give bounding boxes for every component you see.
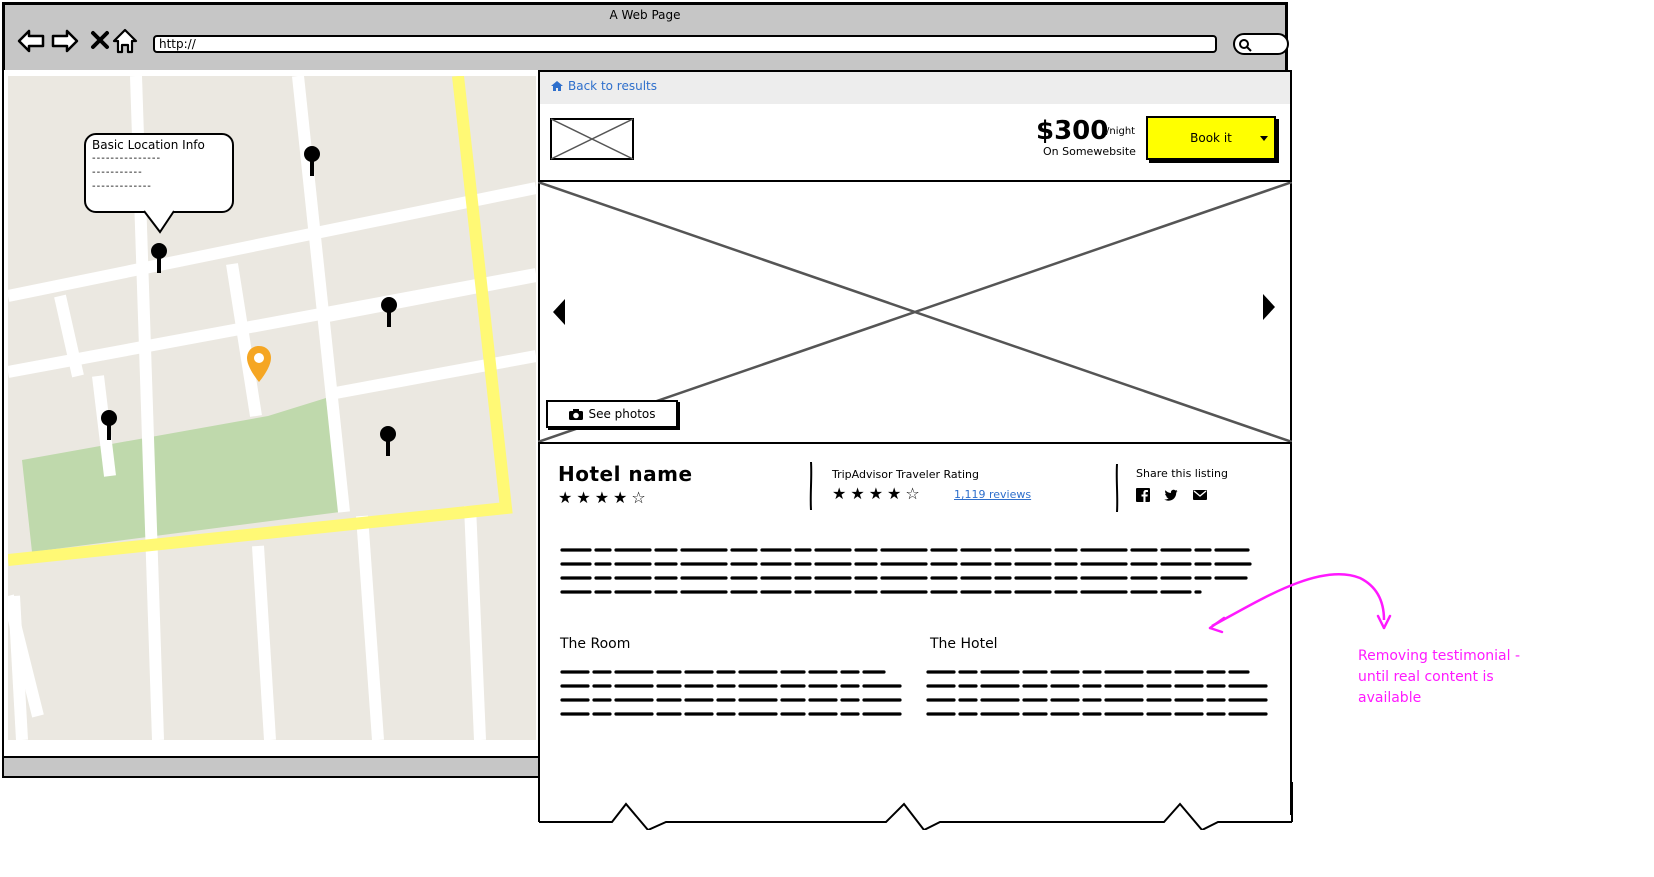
back-arrow-icon[interactable] (17, 27, 45, 55)
home-icon (551, 81, 563, 91)
facebook-icon[interactable] (1136, 488, 1150, 502)
map-pin-icon[interactable] (379, 295, 399, 329)
share-listing-label: Share this listing (1136, 467, 1228, 480)
hotel-section-title: The Hotel (930, 636, 998, 652)
price-source: On Somewebsite (1043, 145, 1136, 158)
hotel-section-description (926, 670, 1272, 716)
url-input[interactable]: http:// (153, 35, 1217, 53)
next-photo-icon[interactable] (1260, 292, 1278, 322)
search-input[interactable] (1233, 33, 1289, 55)
see-photos-label: See photos (588, 407, 656, 421)
reviews-link[interactable]: 1,119 reviews (954, 488, 1031, 501)
back-to-results-label: Back to results (568, 79, 658, 93)
window-title: A Web Page (609, 8, 681, 22)
listing-panel: Back to results $300 /night On Somewebsi… (538, 70, 1294, 830)
divider (1115, 463, 1119, 513)
back-to-results-link[interactable]: Back to results (550, 79, 657, 93)
twitter-icon[interactable] (1164, 488, 1178, 502)
callout-line: ----------- (92, 167, 143, 178)
hotel-name: Hotel name (558, 462, 693, 486)
book-it-button[interactable]: Book it (1146, 116, 1276, 160)
annotation-note: Removing testimonial - until real conten… (1358, 648, 1521, 706)
price-value: $300 (1036, 116, 1109, 146)
map-pin-icon[interactable] (149, 241, 169, 275)
annotation-arrow (1208, 572, 1392, 634)
home-icon[interactable] (111, 27, 139, 55)
email-icon[interactable] (1192, 488, 1208, 502)
hotel-description (560, 548, 1252, 594)
stars-filled: ★★★★ (558, 488, 632, 507)
hotel-logo-placeholder (550, 118, 634, 160)
room-section-title: The Room (560, 636, 631, 652)
map-pin-icon[interactable] (302, 144, 322, 178)
tripadvisor-rating-label: TripAdvisor Traveler Rating (832, 468, 979, 481)
price-unit: /night (1106, 126, 1136, 137)
status-bar (2, 756, 540, 778)
callout-tail (144, 210, 175, 234)
search-icon (1239, 39, 1252, 52)
hotel-star-rating: ★★★★☆ (558, 488, 650, 507)
callout-line: --------------- (92, 153, 162, 164)
previous-photo-icon[interactable] (550, 297, 568, 327)
callout-title: Basic Location Info (92, 138, 205, 152)
tripadvisor-star-rating: ★★★★☆ (832, 484, 924, 503)
book-it-label: Book it (1190, 131, 1232, 145)
room-description (560, 670, 906, 716)
camera-icon (569, 408, 584, 420)
stars-empty: ☆ (631, 488, 650, 507)
dropdown-caret-icon[interactable] (1260, 136, 1268, 141)
forward-arrow-icon[interactable] (51, 27, 79, 55)
selected-location-pin-icon[interactable] (245, 344, 273, 384)
divider (809, 461, 813, 511)
map-pin-icon[interactable] (99, 408, 119, 442)
callout-line: ------------- (92, 181, 152, 192)
stars-empty: ☆ (905, 484, 924, 503)
see-photos-button[interactable]: See photos (546, 400, 678, 428)
torn-edge (538, 782, 1293, 830)
location-info-callout: Basic Location Info --------------- ----… (84, 133, 234, 213)
stars-filled: ★★★★ (832, 484, 906, 503)
photo-gallery[interactable]: See photos (538, 180, 1292, 444)
map-pin-icon[interactable] (378, 424, 398, 458)
share-icons (1136, 488, 1208, 502)
browser-chrome: A Web Page http:// (2, 2, 1289, 70)
